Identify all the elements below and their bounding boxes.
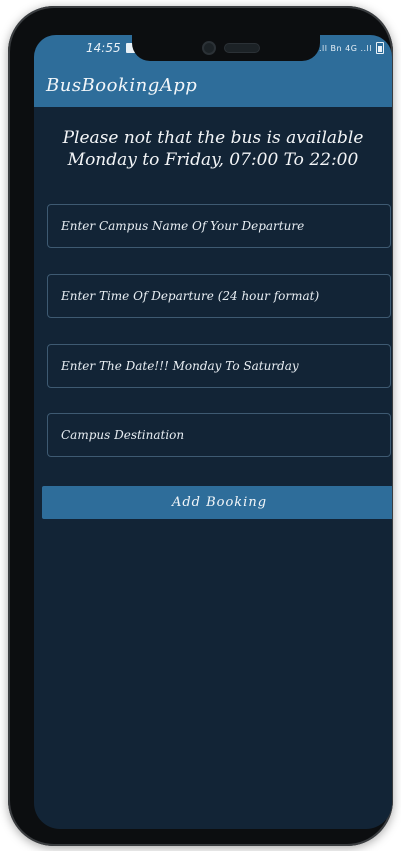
availability-notice: Please not that the bus is available Mon… (34, 127, 392, 171)
camera-icon (202, 41, 216, 55)
battery-icon (376, 42, 384, 54)
departure-date-input[interactable] (47, 344, 391, 388)
app-bar: BusBookingApp (34, 63, 392, 107)
departure-campus-input[interactable] (47, 204, 391, 248)
destination-campus-input[interactable] (47, 413, 391, 457)
speaker-icon (224, 43, 260, 53)
status-time: 14:55 (86, 41, 121, 55)
camera-notch (132, 35, 320, 61)
app-screen: 14:55 Bn..ll Bn 4G ..ll BusBookingApp Pl… (34, 35, 392, 829)
app-title: BusBookingApp (46, 75, 198, 96)
phone-frame: 14:55 Bn..ll Bn 4G ..ll BusBookingApp Pl… (8, 6, 393, 846)
add-booking-button[interactable]: Add Booking (42, 486, 392, 519)
notice-line-1: Please not that the bus is available (62, 128, 364, 148)
notice-line-2: Monday to Friday, 07:00 To 22:00 (67, 150, 359, 170)
departure-time-input[interactable] (47, 274, 391, 318)
